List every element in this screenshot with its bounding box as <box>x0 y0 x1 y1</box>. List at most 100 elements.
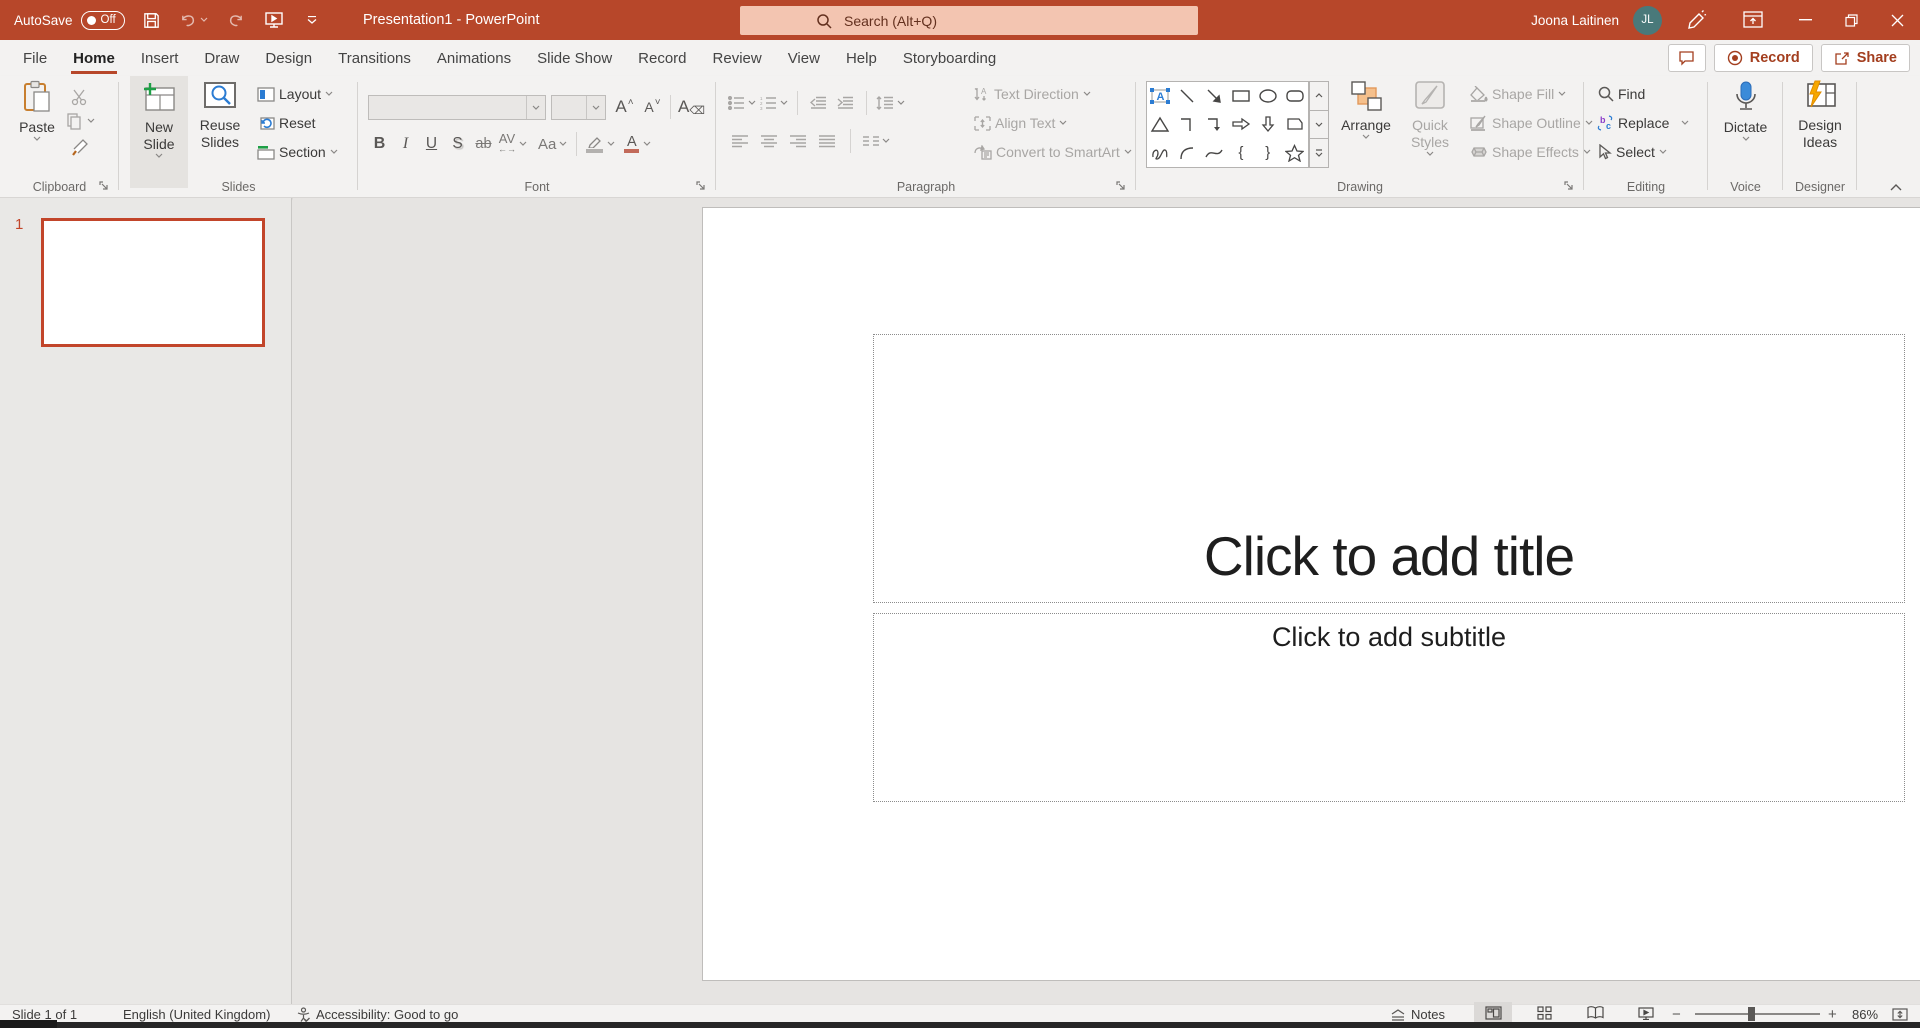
design-ideas-button[interactable]: Design Ideas <box>1791 80 1849 151</box>
drawing-dialog-launcher-icon[interactable] <box>1563 180 1577 194</box>
underline-button[interactable]: U <box>420 131 443 157</box>
tab-storyboarding[interactable]: Storyboarding <box>890 40 1009 76</box>
reset-button[interactable]: Reset <box>257 115 316 131</box>
highlight-color-button[interactable] <box>586 131 615 157</box>
format-painter-button[interactable] <box>68 134 91 160</box>
select-button[interactable]: Select <box>1596 144 1667 160</box>
shape-line[interactable] <box>1174 82 1201 110</box>
font-size-select[interactable] <box>551 95 606 120</box>
title-placeholder[interactable]: Click to add title <box>873 334 1905 603</box>
shape-right-brace[interactable]: } <box>1254 139 1281 167</box>
font-color-button[interactable]: A <box>624 131 651 157</box>
slide-sorter-view-button[interactable] <box>1525 1002 1563 1023</box>
record-button[interactable]: Record <box>1713 44 1813 72</box>
paragraph-dialog-launcher-icon[interactable] <box>1115 180 1129 194</box>
customize-quick-access-icon[interactable] <box>301 9 323 31</box>
undo-icon[interactable] <box>179 9 209 31</box>
shape-curve[interactable] <box>1201 139 1228 167</box>
dictate-button[interactable]: Dictate <box>1718 80 1773 142</box>
tab-animations[interactable]: Animations <box>424 40 524 76</box>
gallery-scroll-up-icon[interactable] <box>1309 81 1329 111</box>
search-input[interactable]: Search (Alt+Q) <box>740 6 1198 35</box>
decrease-font-size-button[interactable]: A ˅ <box>641 94 664 120</box>
tab-design[interactable]: Design <box>252 40 325 76</box>
align-center-button[interactable] <box>757 128 780 154</box>
shape-scribble[interactable] <box>1147 139 1174 167</box>
reuse-slides-button[interactable]: Reuse Slides <box>193 80 247 151</box>
tab-slide-show[interactable]: Slide Show <box>524 40 625 76</box>
fit-slide-to-window-button[interactable] <box>1892 1005 1908 1023</box>
cut-button[interactable] <box>68 84 91 110</box>
replace-button[interactable]: bc Replace <box>1596 115 1689 131</box>
character-spacing-button[interactable]: AV ←→ <box>498 131 527 157</box>
align-right-button[interactable] <box>786 128 809 154</box>
notes-toggle[interactable]: Notes <box>1390 1005 1445 1023</box>
shape-triangle[interactable] <box>1147 110 1174 138</box>
zoom-slider-track[interactable] <box>1695 1013 1820 1015</box>
restore-button[interactable] <box>1828 0 1874 40</box>
shape-elbow-connector[interactable] <box>1174 110 1201 138</box>
accessibility-checker[interactable]: Accessibility: Good to go <box>296 1005 458 1023</box>
collapse-ribbon-icon[interactable] <box>1890 184 1902 191</box>
shape-star[interactable] <box>1281 139 1308 167</box>
shape-rounded-rectangle[interactable] <box>1281 82 1308 110</box>
autosave-toggle[interactable]: AutoSave Off <box>14 10 125 30</box>
normal-view-button[interactable] <box>1474 1002 1512 1023</box>
zoom-level[interactable]: 86% <box>1852 1005 1878 1023</box>
clear-formatting-button[interactable]: A ⌫ <box>678 94 705 120</box>
quick-styles-button[interactable]: Quick Styles <box>1399 80 1461 157</box>
numbering-button[interactable]: 123 <box>760 90 788 116</box>
increase-font-size-button[interactable]: A ˄ <box>613 94 636 120</box>
shape-right-arrow[interactable] <box>1228 110 1255 138</box>
decrease-indent-button[interactable] <box>807 90 830 116</box>
strikethrough-button[interactable]: ab <box>472 131 495 157</box>
shape-down-arrow[interactable] <box>1254 110 1281 138</box>
arrange-button[interactable]: Arrange <box>1336 80 1396 140</box>
shape-fill-button[interactable]: Shape Fill <box>1470 86 1566 102</box>
reading-view-button[interactable] <box>1576 1002 1614 1023</box>
shape-flowchart[interactable] <box>1281 110 1308 138</box>
slideshow-view-button[interactable] <box>1627 1002 1665 1023</box>
change-case-button[interactable]: Aa <box>538 131 567 157</box>
minimize-button[interactable] <box>1782 0 1828 40</box>
shape-oval[interactable] <box>1254 82 1281 110</box>
autosave-pill[interactable]: Off <box>80 10 125 30</box>
tab-file[interactable]: File <box>10 40 60 76</box>
bullets-button[interactable] <box>728 90 756 116</box>
shape-arc[interactable] <box>1174 139 1201 167</box>
paste-button[interactable]: Paste <box>12 80 62 142</box>
shape-left-brace[interactable]: { <box>1228 139 1255 167</box>
zoom-in-button[interactable]: + <box>1828 1005 1837 1023</box>
tab-help[interactable]: Help <box>833 40 890 76</box>
find-button[interactable]: Find <box>1598 86 1645 102</box>
tab-home[interactable]: Home <box>60 40 128 76</box>
gallery-more-icon[interactable] <box>1309 139 1329 169</box>
align-text-button[interactable]: Align Text <box>974 115 1067 131</box>
shape-outline-button[interactable]: Shape Outline <box>1470 115 1593 131</box>
shape-arrow[interactable] <box>1201 82 1228 110</box>
tab-view[interactable]: View <box>775 40 833 76</box>
text-direction-button[interactable]: A Text Direction <box>974 86 1091 102</box>
convert-to-smartart-button[interactable]: Convert to SmartArt <box>974 144 1132 160</box>
zoom-out-button[interactable]: − <box>1672 1005 1681 1023</box>
tab-transitions[interactable]: Transitions <box>325 40 424 76</box>
font-name-select[interactable] <box>368 95 546 120</box>
close-button[interactable] <box>1874 0 1920 40</box>
save-icon[interactable] <box>141 9 163 31</box>
section-button[interactable]: Section <box>257 144 338 160</box>
comments-button[interactable] <box>1667 44 1706 72</box>
font-dialog-launcher-icon[interactable] <box>695 180 709 194</box>
share-button[interactable]: Share <box>1820 44 1910 72</box>
new-slide-button[interactable]: New Slide <box>130 76 188 188</box>
bold-button[interactable]: B <box>368 131 391 157</box>
shape-rectangle[interactable] <box>1228 82 1255 110</box>
justify-button[interactable] <box>815 128 838 154</box>
user-name[interactable]: Joona Laitinen <box>1531 13 1619 28</box>
text-shadow-button[interactable]: S <box>446 131 469 157</box>
language-indicator[interactable]: English (United Kingdom) <box>123 1005 270 1023</box>
redo-icon[interactable] <box>225 9 247 31</box>
shape-effects-button[interactable]: Shape Effects <box>1470 144 1591 160</box>
line-spacing-button[interactable] <box>876 90 905 116</box>
avatar[interactable]: JL <box>1633 5 1662 35</box>
tab-record[interactable]: Record <box>625 40 699 76</box>
